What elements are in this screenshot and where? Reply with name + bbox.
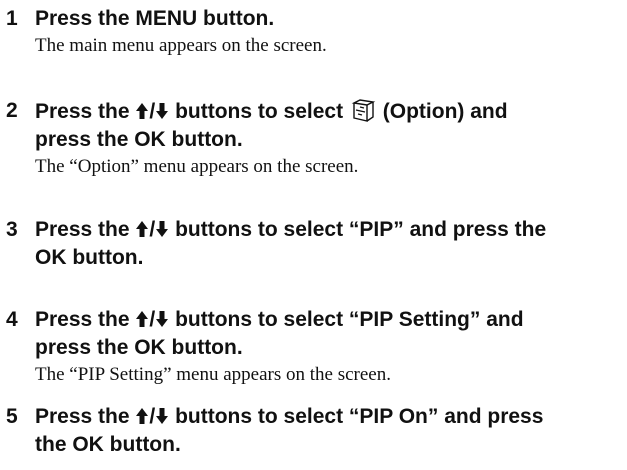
step-title-line: Press the / buttons to select (Option) a… <box>35 97 625 126</box>
step-title: Press the / buttons to select “PIP Setti… <box>35 306 625 362</box>
title-text: (Option) and <box>376 100 508 123</box>
step-description: The main menu appears on the screen. <box>35 35 327 56</box>
step-title-line: Press the / buttons to select “PIP On” a… <box>35 403 625 431</box>
step-number: 4 <box>6 308 18 331</box>
title-text: buttons to select “PIP On” and press <box>169 405 544 428</box>
step-number: 2 <box>6 99 18 122</box>
step-2: 2 Press the / buttons to select (Option)… <box>0 97 627 179</box>
title-text: Press the <box>35 218 136 241</box>
up-arrow-icon <box>136 221 149 237</box>
step-5: 5 Press the / buttons to select “PIP On”… <box>0 403 627 459</box>
down-arrow-icon <box>156 311 169 327</box>
step-description: The “PIP Setting” menu appears on the sc… <box>35 364 391 385</box>
up-arrow-icon <box>136 311 149 327</box>
title-text: buttons to select <box>169 100 349 123</box>
step-description: The “Option” menu appears on the screen. <box>35 156 359 177</box>
step-title-line: Press the / buttons to select “PIP” and … <box>35 216 625 244</box>
title-text: buttons to select “PIP” and press the <box>169 218 547 241</box>
title-text: buttons to select “PIP Setting” and <box>169 308 524 331</box>
up-arrow-icon <box>136 408 149 424</box>
down-arrow-icon <box>156 408 169 424</box>
title-text: Press the <box>35 100 136 123</box>
step-number: 1 <box>6 7 18 30</box>
step-number: 3 <box>6 218 18 241</box>
step-title-line: the OK button. <box>35 433 181 456</box>
option-toolbox-icon <box>351 99 376 122</box>
step-title: Press the / buttons to select (Option) a… <box>35 97 625 154</box>
step-title: Press the / buttons to select “PIP” and … <box>35 216 625 272</box>
title-text: Press the <box>35 308 136 331</box>
step-3: 3 Press the / buttons to select “PIP” an… <box>0 216 627 272</box>
step-1: 1 Press the MENU button. The main menu a… <box>0 5 627 58</box>
title-text: Press the <box>35 405 136 428</box>
step-number: 5 <box>6 405 18 428</box>
down-arrow-icon <box>156 103 169 119</box>
step-title: Press the MENU button. <box>35 5 625 33</box>
step-4: 4 Press the / buttons to select “PIP Set… <box>0 306 627 387</box>
step-title-line: press the OK button. <box>35 128 243 151</box>
up-arrow-icon <box>136 103 149 119</box>
instruction-document: 1 Press the MENU button. The main menu a… <box>0 0 627 470</box>
down-arrow-icon <box>156 221 169 237</box>
step-title-line: OK button. <box>35 246 144 269</box>
step-title-line: press the OK button. <box>35 336 243 359</box>
step-title: Press the / buttons to select “PIP On” a… <box>35 403 625 459</box>
step-title-line: Press the / buttons to select “PIP Setti… <box>35 306 625 334</box>
step-title-line: Press the MENU button. <box>35 7 275 30</box>
